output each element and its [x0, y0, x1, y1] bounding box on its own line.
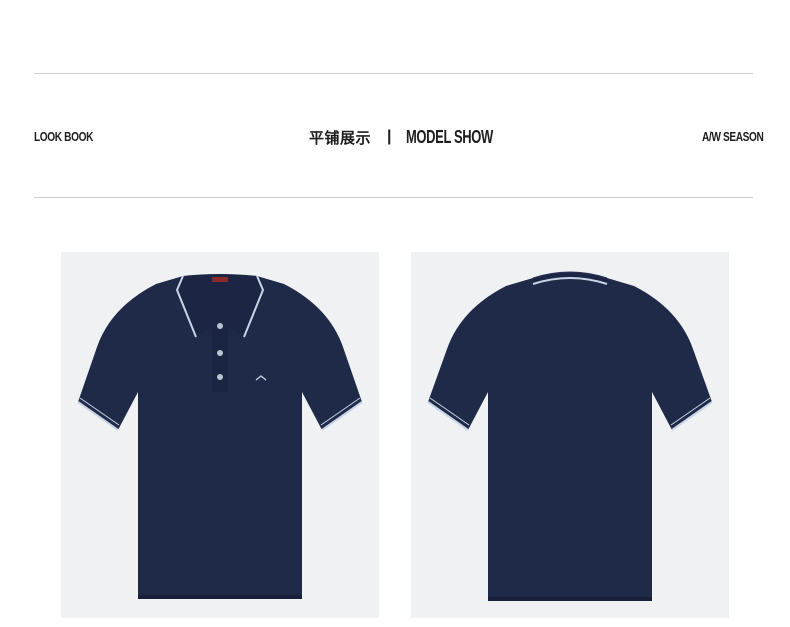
button-icon [217, 323, 223, 329]
section-title-en: MODEL SHOW [405, 126, 493, 147]
section-title-zh: 平铺展示 [309, 128, 372, 147]
title-separator: | [387, 128, 392, 145]
section-title: 平铺展示 | MODEL SHOW [309, 126, 526, 148]
bottom-divider [34, 197, 753, 198]
product-image-front [61, 252, 379, 618]
button-icon [217, 374, 223, 380]
polo-front-illustration [77, 274, 363, 599]
polo-back-illustration [427, 271, 713, 601]
product-image-back [411, 252, 729, 618]
button-icon [217, 350, 223, 356]
season-label: A/W SEASON [702, 129, 764, 144]
top-divider [34, 73, 753, 74]
brand-label-icon [212, 277, 228, 282]
lookbook-label: LOOK BOOK [34, 129, 94, 144]
